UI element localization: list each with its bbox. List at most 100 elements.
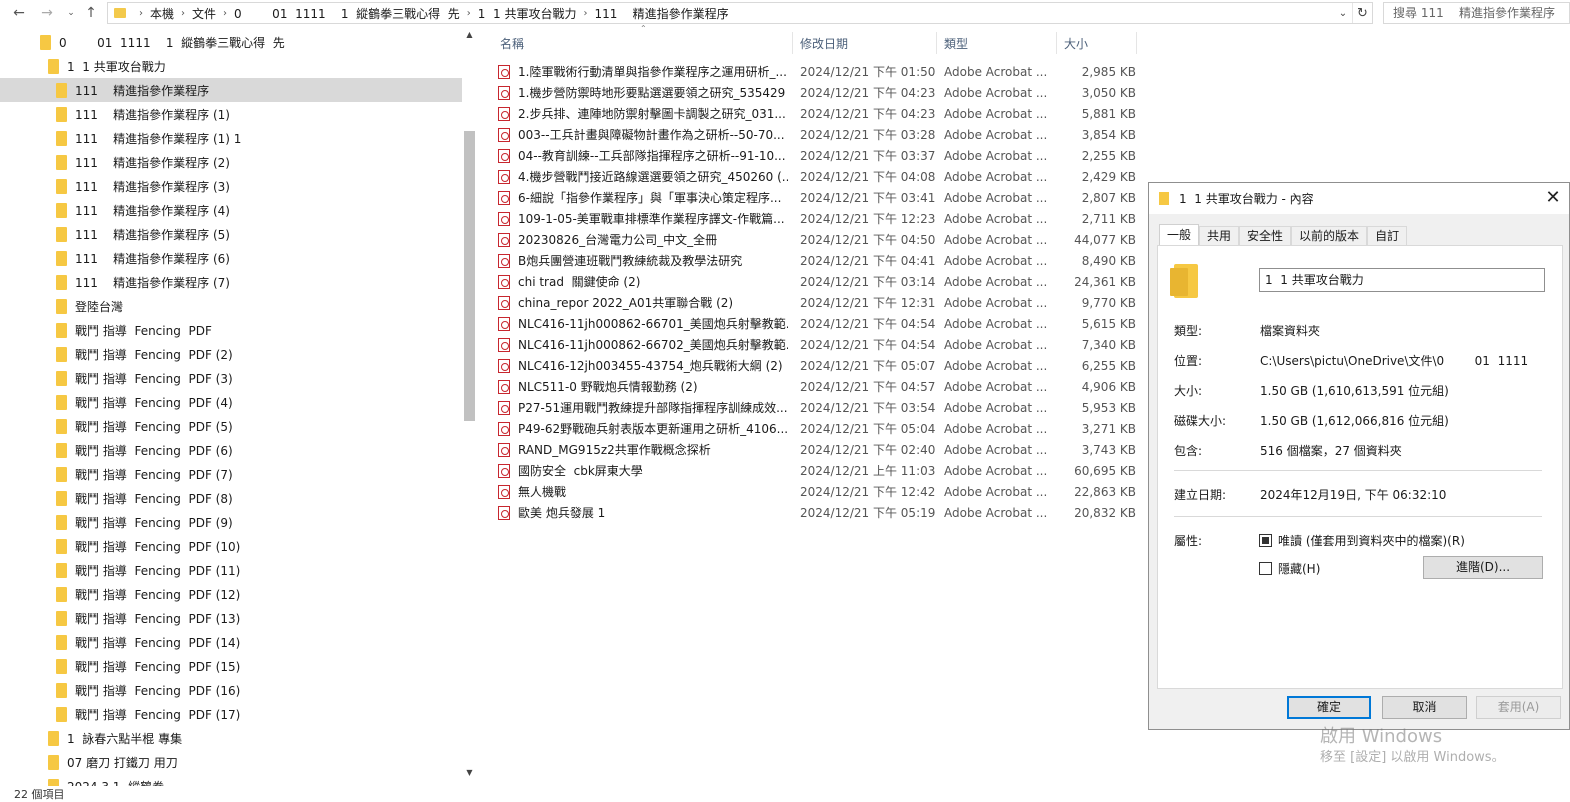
- file-row[interactable]: 4.機步營戰鬥接近路線選選要領之研究_450260 (... 2024/12/21…: [498, 166, 1138, 187]
- column-header-type[interactable]: 類型: [944, 30, 968, 56]
- cancel-button[interactable]: 取消: [1382, 696, 1467, 719]
- nav-folder-item[interactable]: 1 1 共軍攻台戰力: [48, 54, 462, 78]
- back-icon[interactable]: ←: [8, 2, 30, 24]
- nav-folder-item[interactable]: 戰鬥 指導 Fencing PDF (6): [56, 438, 462, 462]
- tab-general[interactable]: 一般: [1159, 224, 1200, 246]
- nav-folder-item[interactable]: 戰鬥 指導 Fencing PDF (15): [56, 654, 462, 678]
- nav-folder-item[interactable]: 111 精進指參作業程序 (2): [56, 150, 462, 174]
- file-row[interactable]: P49-62野戰砲兵射表版本更新運用之研析_4106... 2024/12/21 …: [498, 418, 1138, 439]
- file-row[interactable]: B炮兵團營連班戰鬥教練統裁及教學法研究 2024/12/21 下午 04:41 Ad…: [498, 250, 1138, 271]
- forward-icon[interactable]: →: [36, 2, 58, 24]
- nav-folder-item[interactable]: 07 磨刀 打鐵刀 用刀: [48, 750, 462, 774]
- nav-folder-item[interactable]: 戰鬥 指導 Fencing PDF (3): [56, 366, 462, 390]
- nav-folder-item[interactable]: 戰鬥 指導 Fencing PDF (7): [56, 462, 462, 486]
- file-row[interactable]: 2.步兵排、連陣地防禦射擊圖卡調製之研究_031... 2024/12/21 下午…: [498, 103, 1138, 124]
- nav-folder-item[interactable]: 戰鬥 指導 Fencing PDF: [56, 318, 462, 342]
- readonly-checkbox[interactable]: 唯讀 (僅套用到資料夾中的檔案)(R): [1259, 532, 1465, 549]
- nav-folder-item[interactable]: 111 精進指參作業程序 (7): [56, 270, 462, 294]
- file-row[interactable]: NLC416-11jh000862-66702_美國炮兵射擊教範... 2024/…: [498, 334, 1138, 355]
- column-header-size[interactable]: 大小: [1064, 30, 1088, 56]
- file-row[interactable]: 20230826_台灣電力公司_中文_全冊 2024/12/21 下午 04:50…: [498, 229, 1138, 250]
- nav-folder-item[interactable]: 111 精進指參作業程序 (6): [56, 246, 462, 270]
- file-row[interactable]: NLC511-0 野戰炮兵情報勤務 (2) 2024/12/21 下午 04:57…: [498, 376, 1138, 397]
- tab-customize[interactable]: 自訂: [1367, 226, 1408, 246]
- checkbox-icon[interactable]: [1259, 562, 1272, 575]
- nav-folder-item[interactable]: 戰鬥 指導 Fencing PDF (4): [56, 390, 462, 414]
- column-header-date[interactable]: 修改日期: [800, 30, 848, 56]
- nav-folder-item[interactable]: 登陸台灣: [56, 294, 462, 318]
- file-row[interactable]: 歐美 炮兵發展 1 2024/12/21 下午 05:19 Adobe Acroba…: [498, 502, 1138, 523]
- checkbox-indeterminate-icon[interactable]: [1259, 534, 1272, 547]
- nav-folder-item[interactable]: 0 01 1111 1 縱鶴拳三戰心得 先: [40, 30, 462, 54]
- breadcrumb-item[interactable]: 1 1 共軍攻台戰力: [478, 5, 577, 22]
- file-row[interactable]: 04--教育訓練--工兵部隊指揮程序之研析--91-10... 2024/12/2…: [498, 145, 1138, 166]
- divider: [1174, 516, 1542, 517]
- folder-icon: [56, 250, 67, 266]
- apply-button[interactable]: 套用(A): [1476, 696, 1561, 719]
- folder-icon: [56, 490, 67, 506]
- file-row[interactable]: chi trad 關鍵使命 (2) 2024/12/21 下午 03:14 Adob…: [498, 271, 1138, 292]
- breadcrumb-item[interactable]: 0 01 1111 1 縱鶴拳三戰心得 先: [234, 5, 460, 22]
- ok-button[interactable]: 確定: [1287, 696, 1371, 719]
- file-row[interactable]: 003--工兵計畫與障礙物計畫作為之研析--50-70... 2024/12/21…: [498, 124, 1138, 145]
- nav-folder-item[interactable]: 111 精進指參作業程序 (1): [56, 102, 462, 126]
- address-dropdown-icon[interactable]: ⌄: [1336, 3, 1350, 23]
- nav-folder-item[interactable]: 2024 3 1 縱鶴拳: [48, 774, 462, 786]
- file-name: B炮兵團營連班戰鬥教練統裁及教學法研究: [518, 254, 743, 268]
- file-row[interactable]: P27-51運用戰鬥教練提升部隊指揮程序訓練成效... 2024/12/21 下午…: [498, 397, 1138, 418]
- scrollbar-thumb[interactable]: [464, 131, 475, 421]
- file-row[interactable]: 1.陸軍戰術行動清單與指參作業程序之運用研析_... 2024/12/21 下午 …: [498, 61, 1138, 82]
- up-icon[interactable]: ↑: [80, 2, 102, 24]
- nav-folder-item[interactable]: 111 精進指參作業程序 (3): [56, 174, 462, 198]
- nav-folder-item[interactable]: 1 詠春六點半棍 專集: [48, 726, 462, 750]
- nav-folder-label: 111 精進指參作業程序 (6): [75, 251, 230, 266]
- nav-folder-item[interactable]: 戰鬥 指導 Fencing PDF (16): [56, 678, 462, 702]
- nav-folder-item[interactable]: 戰鬥 指導 Fencing PDF (8): [56, 486, 462, 510]
- nav-folder-item[interactable]: 戰鬥 指導 Fencing PDF (5): [56, 414, 462, 438]
- nav-folder-item[interactable]: 戰鬥 指導 Fencing PDF (13): [56, 606, 462, 630]
- recent-locations-chevron-icon[interactable]: ⌄: [60, 2, 82, 24]
- nav-folder-item[interactable]: 戰鬥 指導 Fencing PDF (12): [56, 582, 462, 606]
- breadcrumb-item[interactable]: 本機: [150, 5, 174, 22]
- nav-folder-item[interactable]: 戰鬥 指導 Fencing PDF (17): [56, 702, 462, 726]
- file-row[interactable]: NLC416-12jh003455-43754_炮兵戰術大綱 (2) 2024/1…: [498, 355, 1138, 376]
- file-row[interactable]: china_repor 2022_A01共軍聯合戰 (2) 2024/12/21 …: [498, 292, 1138, 313]
- nav-folder-item[interactable]: 111 精進指參作業程序 (4): [56, 198, 462, 222]
- nav-folder-item[interactable]: 戰鬥 指導 Fencing PDF (9): [56, 510, 462, 534]
- nav-folder-item[interactable]: 戰鬥 指導 Fencing PDF (10): [56, 534, 462, 558]
- file-row[interactable]: 無人機戰 2024/12/21 下午 12:42 Adobe Acrobat ...…: [498, 481, 1138, 502]
- advanced-button[interactable]: 進階(D)...: [1423, 556, 1543, 579]
- refresh-icon[interactable]: ↻: [1352, 3, 1372, 23]
- tab-previous-versions[interactable]: 以前的版本: [1291, 226, 1368, 246]
- tab-sharing[interactable]: 共用: [1199, 226, 1240, 246]
- column-header-name[interactable]: 名稱: [500, 30, 524, 56]
- address-bar[interactable]: › 本機 › 文件 › 0 01 1111 1 縱鶴拳三戰心得 先 › 1 1 …: [107, 2, 1373, 24]
- nav-folder-item[interactable]: 111 精進指參作業程序 (1) 1: [56, 126, 462, 150]
- tab-security[interactable]: 安全性: [1239, 226, 1292, 246]
- breadcrumb-item[interactable]: 文件: [192, 5, 216, 22]
- nav-folder-item[interactable]: 111 精進指參作業程序 (5): [56, 222, 462, 246]
- nav-folder-item[interactable]: 戰鬥 指導 Fencing PDF (2): [56, 342, 462, 366]
- file-row[interactable]: 6-細說「指參作業程序」與「軍事決心策定程序... 2024/12/21 下午 0…: [498, 187, 1138, 208]
- file-row[interactable]: RAND_MG915z2共軍作戰概念探析 2024/12/21 下午 02:40 A…: [498, 439, 1138, 460]
- nav-folder-item[interactable]: 戰鬥 指導 Fencing PDF (11): [56, 558, 462, 582]
- size-on-disk-label: 磁碟大小:: [1174, 414, 1227, 428]
- file-row[interactable]: 國防安全 cbk屏東大學 2024/12/21 上午 11:03 Adobe Acr…: [498, 460, 1138, 481]
- file-row[interactable]: 1.機步營防禦時地形要點選選要領之研究_535429 2024/12/21 下午 …: [498, 82, 1138, 103]
- folder-icon: [56, 82, 67, 98]
- scroll-down-icon[interactable]: ▼: [462, 768, 477, 782]
- nav-folder-item[interactable]: 111 精進指參作業程序: [0, 78, 462, 102]
- dialog-title-bar[interactable]: 1 1 共軍攻台戰力 - 內容: [1149, 183, 1569, 214]
- folder-icon: [56, 706, 67, 722]
- nav-folder-item[interactable]: 戰鬥 指導 Fencing PDF (14): [56, 630, 462, 654]
- folder-name-field[interactable]: 1 1 共軍攻台戰力: [1259, 268, 1545, 292]
- file-row[interactable]: 109-1-05-美軍戰車排標準作業程序譯文-作戰篇... 2024/12/21 …: [498, 208, 1138, 229]
- search-input[interactable]: 搜尋 111 精進指參作業程序: [1383, 2, 1570, 24]
- breadcrumb-item[interactable]: 111 精進指參作業程序: [595, 5, 729, 22]
- file-row[interactable]: NLC416-11jh000862-66701_美國炮兵射擊教範... 2024/…: [498, 313, 1138, 334]
- hidden-checkbox[interactable]: 隱藏(H): [1259, 560, 1320, 577]
- scroll-up-icon[interactable]: ▲: [462, 30, 477, 44]
- close-icon[interactable]: ✕: [1543, 189, 1563, 209]
- folder-icon: [56, 274, 67, 290]
- nav-scrollbar[interactable]: ▲ ▼: [462, 30, 477, 786]
